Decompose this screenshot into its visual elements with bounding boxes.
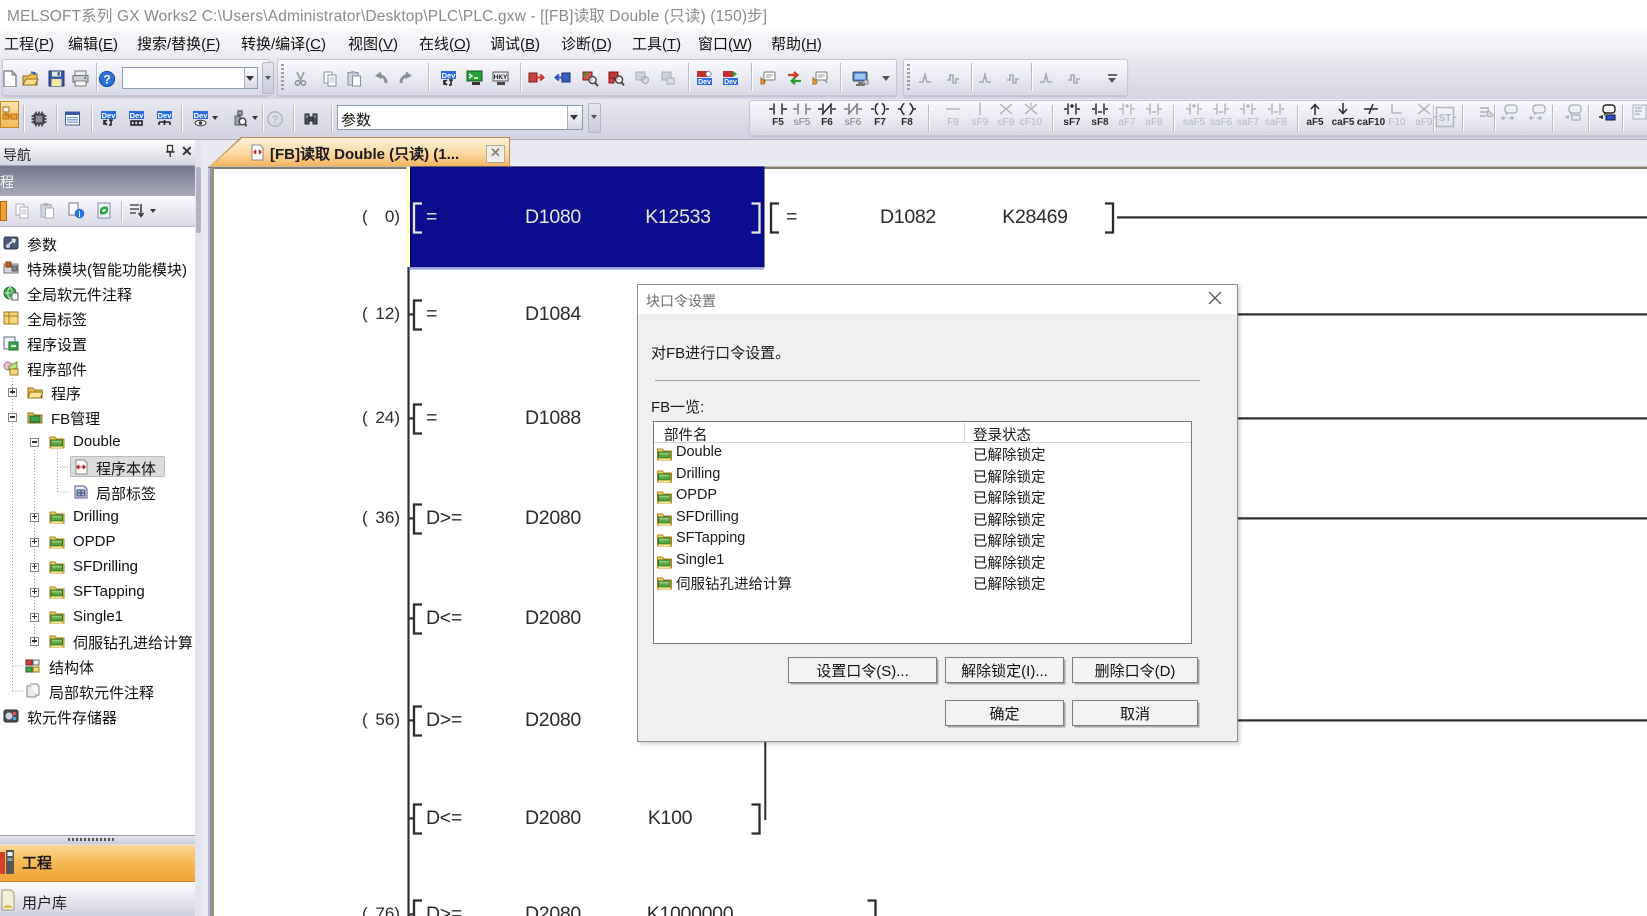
svg-text:(: ( (362, 207, 368, 226)
svg-text:=: = (426, 407, 437, 429)
svg-text:Dev: Dev (158, 111, 173, 120)
svg-text:=: = (426, 206, 437, 228)
svg-text:Dev: Dev (698, 79, 711, 86)
svg-text:Dev: Dev (724, 79, 737, 86)
svg-text:D2080: D2080 (525, 807, 581, 829)
svg-text:(: ( (362, 710, 368, 729)
svg-text:=: = (786, 206, 797, 228)
svg-text:Dev: Dev (442, 71, 457, 80)
svg-text:D1082: D1082 (880, 206, 936, 228)
svg-text:(: ( (362, 304, 368, 323)
svg-text:D<=: D<= (426, 607, 462, 629)
svg-text:56): 56) (375, 710, 400, 729)
svg-text:D2080: D2080 (525, 903, 581, 916)
svg-text:0): 0) (385, 207, 400, 226)
svg-text:=: = (426, 303, 437, 325)
svg-text:36): 36) (375, 508, 400, 527)
svg-text:D>=: D>= (426, 903, 462, 916)
svg-text:HKY: HKY (494, 74, 508, 81)
svg-text:K28469: K28469 (1002, 206, 1067, 228)
svg-text:Dev: Dev (194, 111, 209, 120)
svg-text:(: ( (362, 904, 368, 916)
svg-text:D>=: D>= (426, 507, 462, 529)
svg-text:Dev: Dev (130, 111, 145, 120)
svg-text:(: ( (362, 508, 368, 527)
svg-text:D<=: D<= (426, 807, 462, 829)
svg-text:?: ? (272, 114, 279, 126)
svg-text:D1084: D1084 (525, 303, 581, 325)
svg-text:(: ( (362, 408, 368, 427)
svg-text:D1080: D1080 (525, 206, 581, 228)
svg-text:76): 76) (375, 904, 400, 916)
svg-text:D>=: D>= (426, 709, 462, 731)
svg-text:K100: K100 (648, 807, 693, 829)
svg-text:D2080: D2080 (525, 709, 581, 731)
svg-text:D1088: D1088 (525, 407, 581, 429)
svg-text:12): 12) (375, 304, 400, 323)
svg-text:K1000000: K1000000 (647, 903, 734, 916)
svg-text:D2080: D2080 (525, 607, 581, 629)
svg-text:Dev: Dev (102, 111, 117, 120)
svg-text:?: ? (103, 72, 110, 86)
svg-text:24): 24) (375, 408, 400, 427)
svg-text:ST: ST (1439, 113, 1452, 124)
svg-text:K12533: K12533 (645, 206, 710, 228)
svg-text:D2080: D2080 (525, 507, 581, 529)
